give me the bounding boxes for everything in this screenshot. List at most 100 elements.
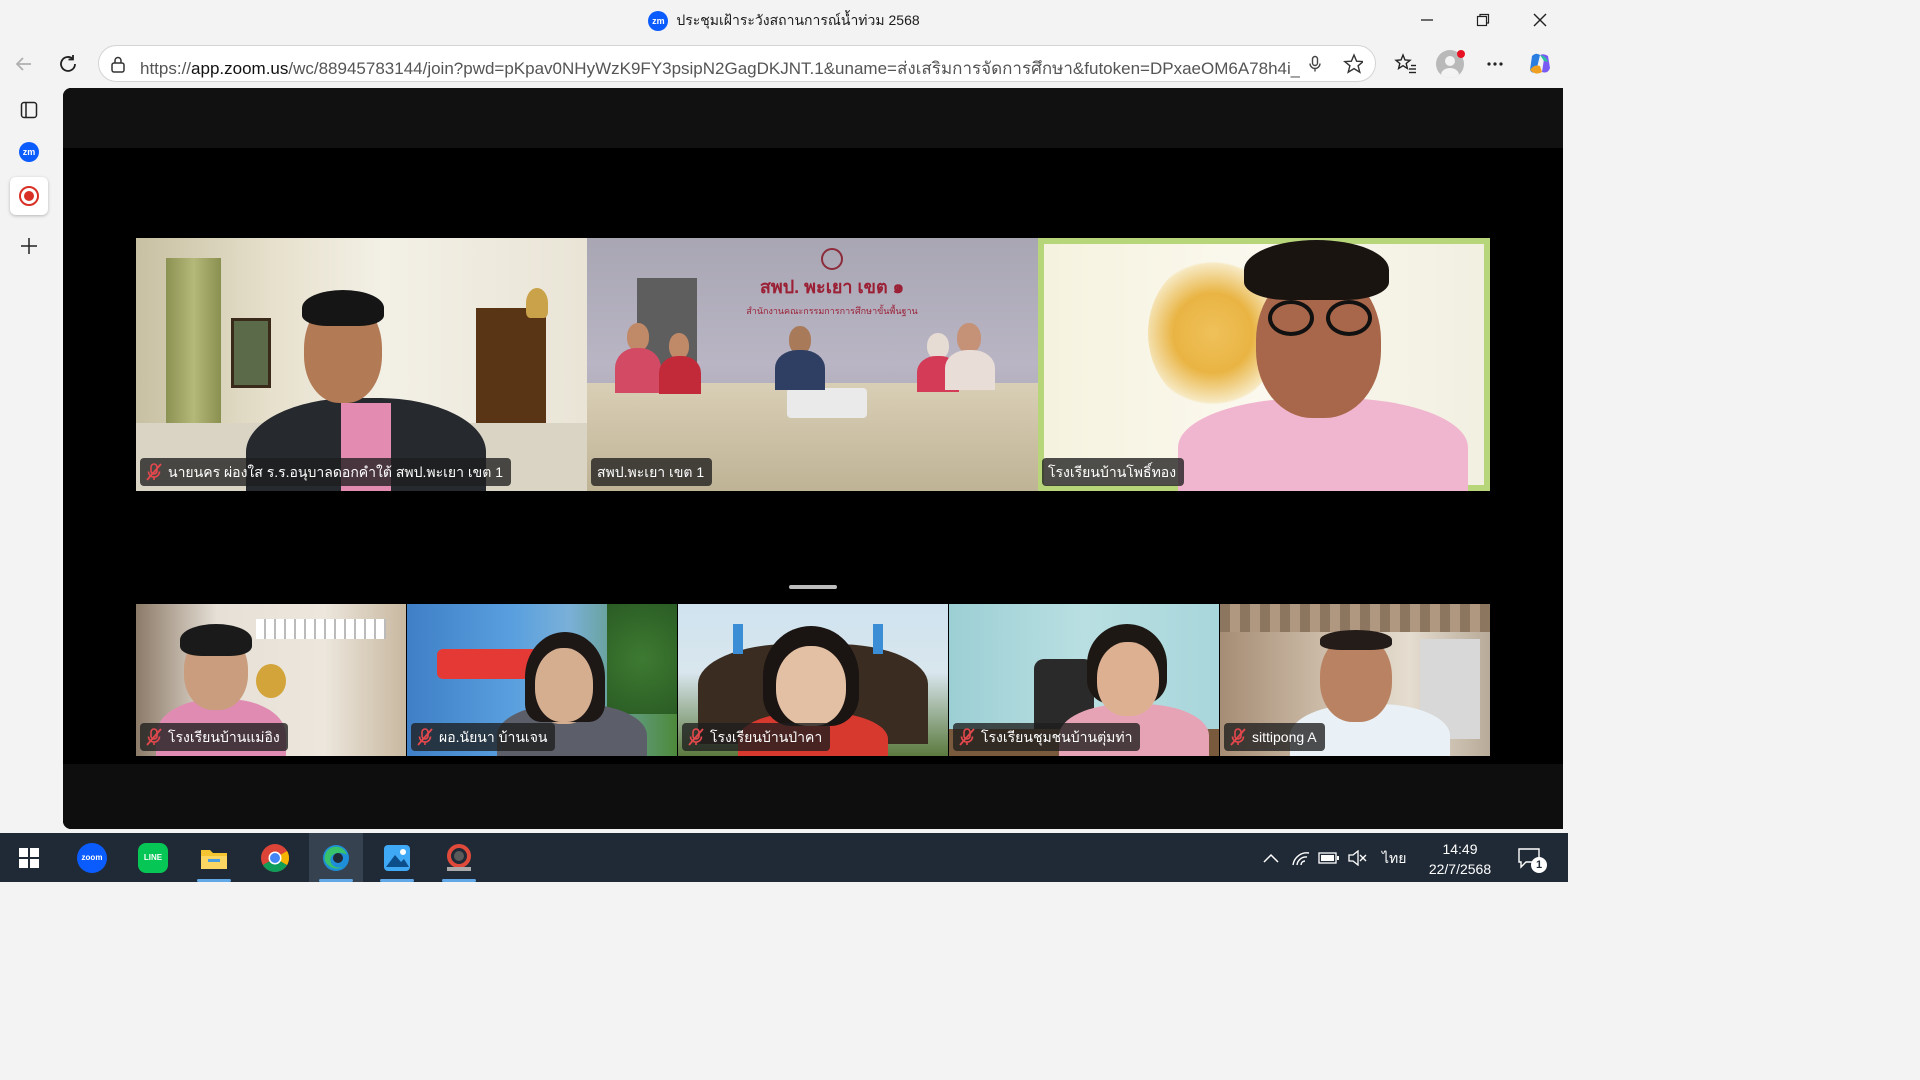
video-tile-active-speaker[interactable]: โรงเรียนบ้านโพธิ์ทอง: [1038, 238, 1490, 491]
sidebar-tab-recording[interactable]: [10, 177, 48, 215]
taskbar-photos[interactable]: [370, 833, 424, 882]
microphone-button[interactable]: [1305, 54, 1325, 74]
line-icon: LINE: [138, 842, 168, 873]
curtain: [166, 258, 221, 428]
taskbar-line[interactable]: LINE: [126, 833, 180, 882]
person-body: [945, 350, 995, 390]
muted-mic-icon: [688, 728, 704, 746]
restore-icon: [1476, 13, 1490, 27]
battery-button[interactable]: [1316, 833, 1342, 882]
participant-name-tag: ผอ.นัยนา บ้านเจน: [411, 723, 556, 751]
more-icon: [1487, 62, 1503, 66]
notification-center-button[interactable]: 1: [1512, 833, 1547, 882]
video-tile[interactable]: นายนคร ผ่องใส ร.ร.อนุบาลดอกคำใต้ สพป.พะเ…: [136, 238, 587, 491]
participant-name: sittipong A: [1252, 729, 1317, 745]
participant-name-tag: สพป.พะเยา เขต 1: [591, 458, 713, 486]
url-text[interactable]: https://app.zoom.us/wc/88945783144/join?…: [140, 55, 1300, 82]
new-tab-button[interactable]: [10, 227, 48, 265]
taskbar-file-explorer[interactable]: [187, 833, 241, 882]
meeting-controls-area: [63, 764, 1563, 829]
person-body: [775, 350, 825, 390]
video-tile[interactable]: โรงเรียนบ้านป่าคา: [678, 604, 948, 756]
wall-sign: [256, 619, 386, 639]
taskbar-zoom[interactable]: zoom: [65, 833, 119, 882]
muted-mic-icon: [146, 463, 162, 481]
participant-name: สพป.พะเยา เขต 1: [597, 464, 705, 480]
restore-button[interactable]: [1463, 6, 1503, 34]
video-tile[interactable]: sittipong A: [1220, 604, 1490, 756]
minimize-icon: [1421, 19, 1433, 21]
photos-icon: [384, 844, 410, 871]
person-head: [957, 323, 981, 353]
address-bar[interactable]: https://app.zoom.us/wc/88945783144/join?…: [98, 45, 1376, 82]
projector: [787, 388, 867, 418]
taskbar-chrome[interactable]: [248, 833, 302, 882]
room-sign-title: สพป. พะเยา เขต ๑: [759, 277, 905, 297]
url-scheme: https://: [140, 59, 192, 78]
participant-name-tag: นายนคร ผ่องใส ร.ร.อนุบาลดอกคำใต้ สพป.พะเ…: [140, 458, 512, 486]
volume-button[interactable]: [1344, 833, 1370, 882]
curtain: [1220, 604, 1490, 632]
resize-handle[interactable]: [789, 585, 837, 589]
participant-name-tag: โรงเรียนชุมชนบ้านตุ่มท่า: [953, 723, 1141, 751]
favorite-button[interactable]: [1343, 53, 1363, 74]
back-button[interactable]: [8, 48, 40, 80]
microphone-icon: [1309, 55, 1321, 72]
zoom-meeting-view: นายนคร ผ่องใส ร.ร.อนุบาลดอกคำใต้ สพป.พะเ…: [63, 88, 1563, 829]
video-tile[interactable]: โรงเรียนชุมชนบ้านตุ่มท่า: [949, 604, 1219, 756]
start-button[interactable]: [2, 833, 56, 882]
show-hidden-icons-button[interactable]: [1258, 833, 1284, 882]
window-title: zm ประชุมเฝ้าระวังสถานการณ์น้ำท่วม 2568: [0, 10, 1568, 32]
running-indicator: [197, 879, 231, 882]
tab-actions-button[interactable]: [10, 91, 48, 129]
zoom-icon: zoom: [77, 842, 107, 873]
taskbar-photocape[interactable]: [432, 833, 486, 882]
flag: [873, 624, 883, 654]
photocape-icon: [447, 843, 471, 871]
window: [231, 318, 271, 388]
glasses-left: [1268, 300, 1314, 336]
profile-button[interactable]: [1434, 48, 1466, 80]
network-button[interactable]: [1288, 833, 1314, 882]
participant-name-tag: โรงเรียนบ้านแม่อิง: [140, 723, 288, 751]
more-menu-button[interactable]: [1479, 48, 1511, 80]
plus-icon: [21, 238, 37, 254]
chrome-icon: [261, 843, 289, 872]
sidebar-tab-zoom[interactable]: zm: [10, 133, 48, 171]
person-face: [1097, 642, 1159, 716]
room-sign: สพป. พะเยา เขต ๑ สำนักงานคณะกรรมการการศึ…: [727, 248, 937, 323]
participant-name-tag: โรงเรียนบ้านป่าคา: [682, 723, 831, 751]
muted-mic-icon: [959, 728, 975, 746]
site-info-button[interactable]: [108, 54, 128, 74]
participant-name: โรงเรียนชุมชนบ้านตุ่มท่า: [981, 729, 1133, 745]
clock-time: 14:49: [1442, 841, 1478, 857]
favorites-button[interactable]: [1390, 48, 1422, 80]
taskbar: zoom LINE ไทย 14:49 22/7/2568 1: [0, 833, 1568, 882]
participant-name: ผอ.นัยนา บ้านเจน: [439, 729, 548, 745]
running-indicator: [442, 879, 476, 882]
participant-name: โรงเรียนบ้านแม่อิง: [168, 729, 280, 745]
muted-mic-icon: [146, 728, 162, 746]
start-icon: [19, 847, 39, 868]
clock[interactable]: 14:49 22/7/2568: [1410, 839, 1510, 879]
participant-name: นายนคร ผ่องใส ร.ร.อนุบาลดอกคำใต้ สพป.พะเ…: [168, 464, 504, 480]
video-tile[interactable]: ผอ.นัยนา บ้านเจน: [407, 604, 677, 756]
video-tile[interactable]: โรงเรียนบ้านแม่อิง: [136, 604, 406, 756]
tab-actions-icon: [20, 101, 38, 119]
muted-mic-icon: [417, 728, 433, 746]
close-button[interactable]: [1520, 6, 1560, 34]
battery-icon: [1318, 851, 1339, 864]
person-face: [776, 646, 846, 726]
video-tile[interactable]: สพป. พะเยา เขต ๑ สำนักงานคณะกรรมการการศึ…: [587, 238, 1038, 491]
volume-muted-icon: [1348, 849, 1367, 866]
participant-name-tag: sittipong A: [1224, 723, 1325, 751]
minimize-button[interactable]: [1407, 6, 1447, 34]
person-hair: [302, 290, 384, 326]
taskbar-edge[interactable]: [309, 833, 363, 882]
person-face: [535, 648, 593, 722]
file-explorer-icon: [201, 849, 227, 869]
refresh-button[interactable]: [52, 48, 84, 80]
language-indicator[interactable]: ไทย: [1382, 848, 1406, 870]
running-indicator: [380, 879, 414, 882]
copilot-button[interactable]: [1524, 48, 1556, 80]
